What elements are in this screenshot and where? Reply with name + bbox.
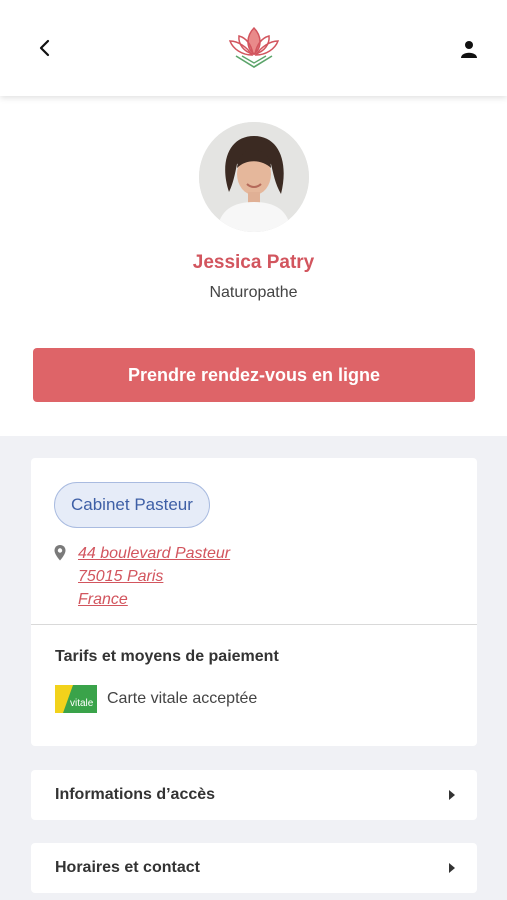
payment-section-title: Tarifs et moyens de paiement (55, 648, 279, 665)
address-street-link[interactable]: 44 boulevard Pasteur (78, 542, 230, 565)
map-pin-icon (54, 545, 66, 561)
book-appointment-button[interactable]: Prendre rendez-vous en ligne (33, 348, 475, 402)
hours-contact-row[interactable]: Horaires et contact (31, 843, 477, 893)
avatar (199, 122, 309, 232)
svg-text:vitale: vitale (70, 698, 94, 709)
practitioner-name: Jessica Patry (192, 252, 315, 273)
location-card: Cabinet Pasteur 44 boulevard Pasteur 750… (31, 458, 477, 746)
divider (31, 624, 477, 625)
practitioner-specialty: Naturopathe (209, 284, 298, 301)
account-button[interactable] (454, 34, 484, 64)
caret-right-icon (449, 790, 455, 800)
back-button[interactable] (30, 34, 58, 62)
hours-contact-label: Horaires et contact (55, 859, 200, 876)
cabinet-tag[interactable]: Cabinet Pasteur (54, 482, 210, 528)
vitale-accepted-label: Carte vitale acceptée (107, 690, 258, 707)
caret-right-icon (449, 863, 455, 873)
user-icon (461, 41, 477, 58)
practitioner-profile: Jessica Patry Naturopathe Prendre rendez… (0, 96, 507, 436)
carte-vitale-icon: vitale (55, 685, 97, 713)
address: 44 boulevard Pasteur 75015 Paris France (78, 542, 230, 611)
lotus-logo[interactable] (224, 22, 284, 70)
app-header (0, 0, 507, 96)
access-info-row[interactable]: Informations d’accès (31, 770, 477, 820)
chevron-left-icon (39, 39, 50, 57)
address-city-link[interactable]: 75015 Paris (78, 565, 230, 588)
address-country-link[interactable]: France (78, 588, 230, 611)
access-info-label: Informations d’accès (55, 786, 216, 803)
